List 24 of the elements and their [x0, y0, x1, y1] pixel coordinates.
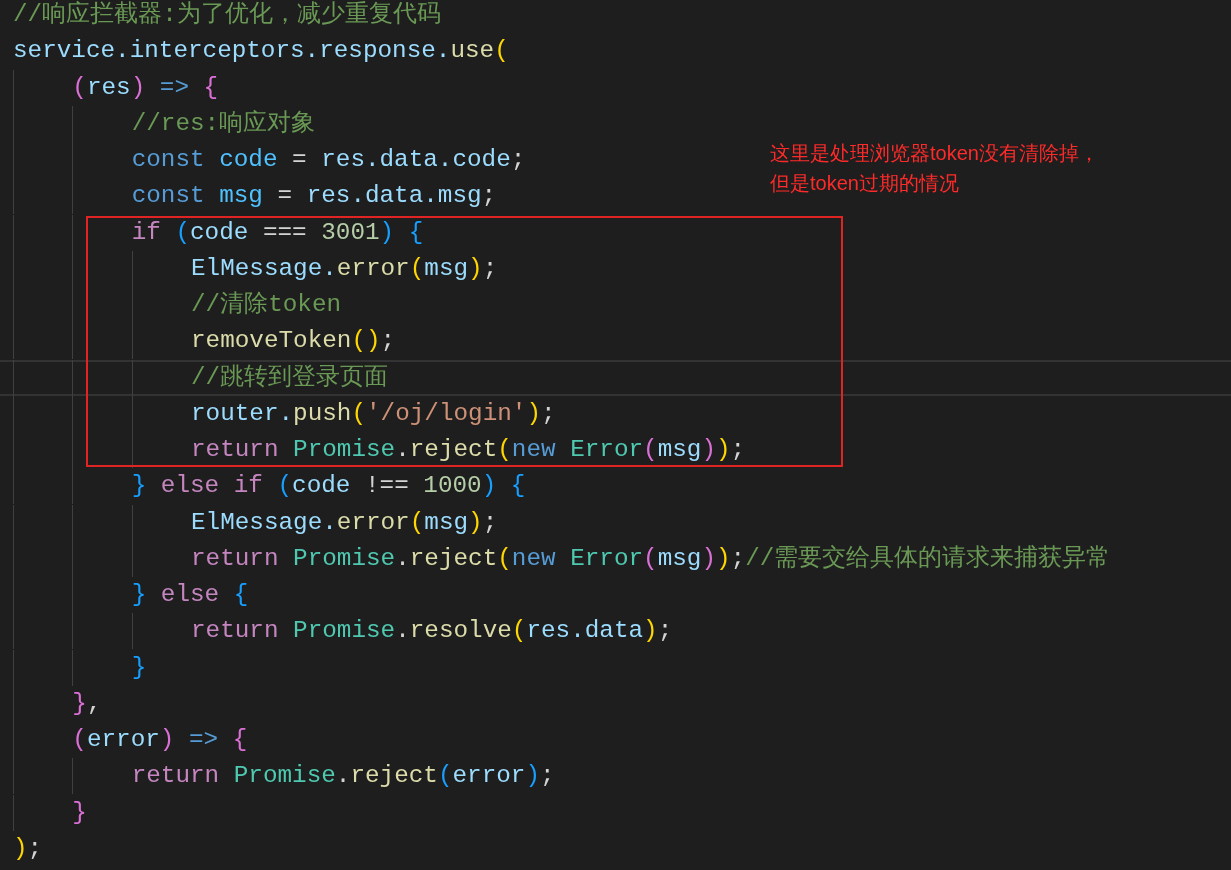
code-line: return Promise.reject(new Error(msg)); — [0, 432, 1231, 469]
code-line: return Promise.resolve(res.data); — [0, 613, 1231, 650]
code-line: //res:响应对象 — [0, 105, 1231, 142]
code-line: } else if (code !== 1000) { — [0, 468, 1231, 505]
code-line: } else { — [0, 577, 1231, 614]
code-line: (error) => { — [0, 722, 1231, 759]
code-line: service.interceptors.response.use( — [12, 36, 510, 67]
code-line: if (code === 3001) { — [0, 214, 1231, 251]
code-line: (res) => { — [0, 69, 1231, 106]
code-line: //响应拦截器:为了优化，减少重复代码 — [12, 0, 442, 30]
code-line: //清除token — [0, 287, 1231, 324]
code-line: return Promise.reject(error); — [0, 758, 1231, 795]
code-line: //跳转到登录页面 — [0, 359, 1231, 396]
code-line: } — [0, 794, 1231, 831]
code-line: }, — [0, 685, 1231, 722]
code-line: } — [0, 649, 1231, 686]
code-line: removeToken(); — [0, 323, 1231, 360]
code-line: ElMessage.error(msg); — [0, 504, 1231, 541]
code-line: ElMessage.error(msg); — [0, 250, 1231, 287]
code-line: router.push('/oj/login'); — [0, 395, 1231, 432]
annotation-text: 这里是处理浏览器token没有清除掉， — [770, 141, 1099, 166]
annotation-text: 但是token过期的情况 — [770, 171, 960, 196]
code-line: return Promise.reject(new Error(msg));//需要交给具体的请求来捕获异常 — [0, 540, 1231, 577]
code-line: ); — [12, 833, 44, 864]
